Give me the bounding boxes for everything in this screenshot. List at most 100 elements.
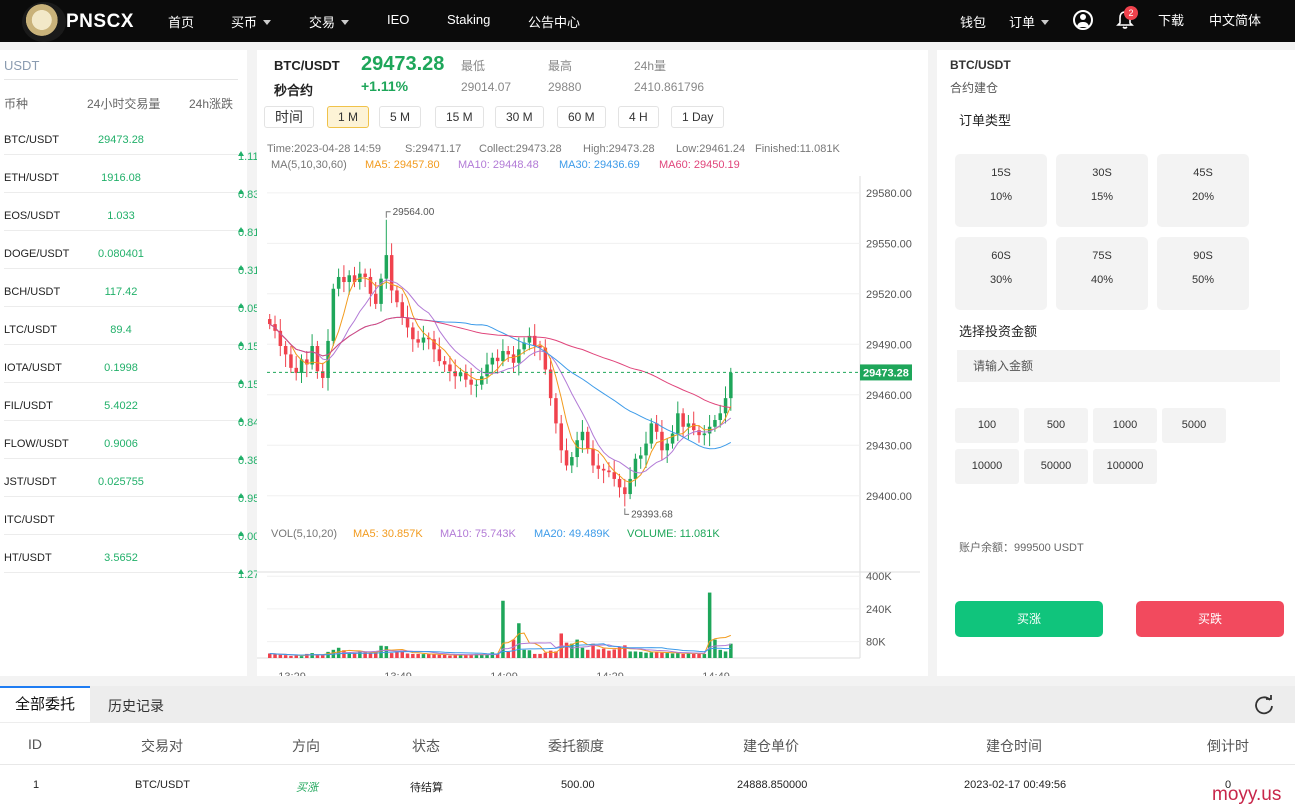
amount-input[interactable] <box>957 350 1280 382</box>
timeframe-30m[interactable]: 30 M <box>495 106 544 128</box>
volume-bar <box>543 652 548 658</box>
market-row[interactable]: JST/USDT 0.025755 0.95% <box>4 459 269 505</box>
market-row[interactable]: EOS/USDT 1.033 0.81% <box>4 193 269 239</box>
orders-tab-bar <box>0 686 1295 723</box>
refresh-icon[interactable] <box>1253 694 1275 716</box>
market-row[interactable]: BCH/USDT 117.42 0.05% <box>4 269 269 315</box>
amount-option-button[interactable]: 500 <box>1024 408 1088 443</box>
timeframe-60m[interactable]: 60 M <box>557 106 606 128</box>
market-row[interactable]: LTC/USDT 89.4 0.15% <box>4 307 269 353</box>
candlestick-chart[interactable]: Time:2023-04-28 14:59 S:29471.17 Collect… <box>257 136 928 676</box>
order-type-label: 订单类型 <box>959 113 1012 128</box>
amount-option-button[interactable]: 10000 <box>955 449 1019 484</box>
candle-body <box>617 478 622 488</box>
nav-ieo[interactable]: IEO <box>387 12 409 27</box>
volume-bar <box>628 651 632 658</box>
volume-bar <box>654 651 659 658</box>
nav-announcements[interactable]: 公告中心 <box>528 12 580 31</box>
tab-all-orders[interactable]: 全部委托 <box>0 686 90 722</box>
y-tick-label: 29550.00 <box>866 238 912 250</box>
market-row[interactable]: FIL/USDT 5.4022 0.84% <box>4 383 269 429</box>
buy-down-button[interactable]: 买跌 <box>1136 601 1284 637</box>
candle-body <box>448 364 452 372</box>
market-row[interactable]: ITC/USDT 0.00% <box>4 497 269 543</box>
market-tab-usdt[interactable]: USDT <box>4 58 39 73</box>
candle-body <box>591 448 595 466</box>
volume-bar <box>490 652 495 658</box>
volume-bar <box>718 649 722 658</box>
volume-bar <box>299 656 304 658</box>
market-symbol: FIL/USDT <box>4 400 53 412</box>
candle-body <box>331 288 336 341</box>
candle-body <box>570 457 574 466</box>
market-row[interactable]: DOGE/USDT 0.080401 0.31% <box>4 231 269 277</box>
market-price: 117.42 <box>104 286 138 298</box>
volume-bar <box>432 654 436 658</box>
nav-home[interactable]: 首页 <box>168 12 194 31</box>
volume-bar <box>278 654 283 658</box>
buy-up-button[interactable]: 买涨 <box>955 601 1103 637</box>
nav-language[interactable]: 中文简体 <box>1209 10 1261 29</box>
order-type-card[interactable]: 15S 10% <box>955 154 1047 227</box>
market-row[interactable]: IOTA/USDT 0.1998 0.15% <box>4 345 269 391</box>
market-row[interactable]: FLOW/USDT 0.9006 0.38% <box>4 421 269 467</box>
col-pair: 交易对 <box>141 738 183 754</box>
logo-icon <box>22 2 66 42</box>
candle-body <box>559 423 563 451</box>
order-type-card[interactable]: 90S 50% <box>1157 237 1249 310</box>
candle-body <box>395 290 399 303</box>
amount-option-button[interactable]: 1000 <box>1093 408 1157 443</box>
y-tick-label: 29520.00 <box>866 289 912 301</box>
watermark: moyy.us <box>1212 784 1282 805</box>
timeframe-4h[interactable]: 4 H <box>618 106 659 128</box>
user-icon[interactable] <box>1073 10 1093 30</box>
nav-staking[interactable]: Staking <box>447 12 490 27</box>
market-symbol: ETH/USDT <box>4 172 59 184</box>
y-tick-label: 29490.00 <box>866 339 912 351</box>
market-row[interactable]: ETH/USDT 1916.08 0.83% <box>4 155 269 201</box>
volume-bar <box>273 654 277 658</box>
market-row[interactable]: BTC/USDT 29473.28 1.11% <box>4 117 268 163</box>
timeframe-5m[interactable]: 5 M <box>379 106 422 128</box>
order-type-duration: 30S <box>1092 167 1112 179</box>
candle-body <box>384 255 389 279</box>
volume-bar <box>480 654 484 658</box>
timeframe-15m[interactable]: 15 M <box>435 106 484 128</box>
order-type-card[interactable]: 60S 30% <box>955 237 1047 310</box>
order-type-card[interactable]: 75S 40% <box>1056 237 1148 310</box>
order-type-card[interactable]: 30S 15% <box>1056 154 1148 227</box>
timeframe-time[interactable]: 时间 <box>264 106 314 128</box>
market-row[interactable]: HT/USDT 3.5652 1.27% <box>4 535 269 581</box>
candle-body <box>718 413 722 421</box>
amount-option-button[interactable]: 100000 <box>1093 449 1157 484</box>
order-panel: BTC/USDT 合约建仓 订单类型 15S 10% 30S 15% 45S 20% 60S… <box>937 50 1295 676</box>
nav-download[interactable]: 下载 <box>1158 10 1184 29</box>
order-type-profit: 50% <box>1191 274 1215 286</box>
x-tick-label: 13:29 <box>278 671 306 676</box>
volume-bar <box>580 647 585 658</box>
amount-option-button[interactable]: 100 <box>955 408 1019 443</box>
logo[interactable]: PNSCX <box>22 2 134 42</box>
logo-text: PNSCX <box>66 11 134 32</box>
tab-history[interactable]: 历史记录 <box>108 696 164 716</box>
nav-wallet[interactable]: 钱包 <box>960 12 986 31</box>
y-tick-label: 29430.00 <box>866 440 912 452</box>
candle-body <box>670 433 675 444</box>
nav-buy-coin[interactable]: 买币 <box>231 12 272 31</box>
candle-body <box>268 319 272 325</box>
order-type-card[interactable]: 45S 20% <box>1157 154 1249 227</box>
nav-orders[interactable]: 订单 <box>1009 12 1050 31</box>
amount-option-button[interactable]: 5000 <box>1162 408 1226 443</box>
candle-body <box>469 379 473 385</box>
order-type-profit: 30% <box>989 274 1013 286</box>
volume-bar <box>321 655 325 658</box>
nav-trade[interactable]: 交易 <box>309 12 350 31</box>
market-symbol: BCH/USDT <box>4 286 61 298</box>
volume-bar <box>368 653 373 658</box>
timeframe-1m[interactable]: 1 M <box>327 106 370 128</box>
candle-body <box>612 472 616 479</box>
volume-bar <box>379 645 383 658</box>
volume-bar <box>400 651 404 658</box>
timeframe-1day[interactable]: 1 Day <box>671 106 725 128</box>
amount-option-button[interactable]: 50000 <box>1024 449 1088 484</box>
